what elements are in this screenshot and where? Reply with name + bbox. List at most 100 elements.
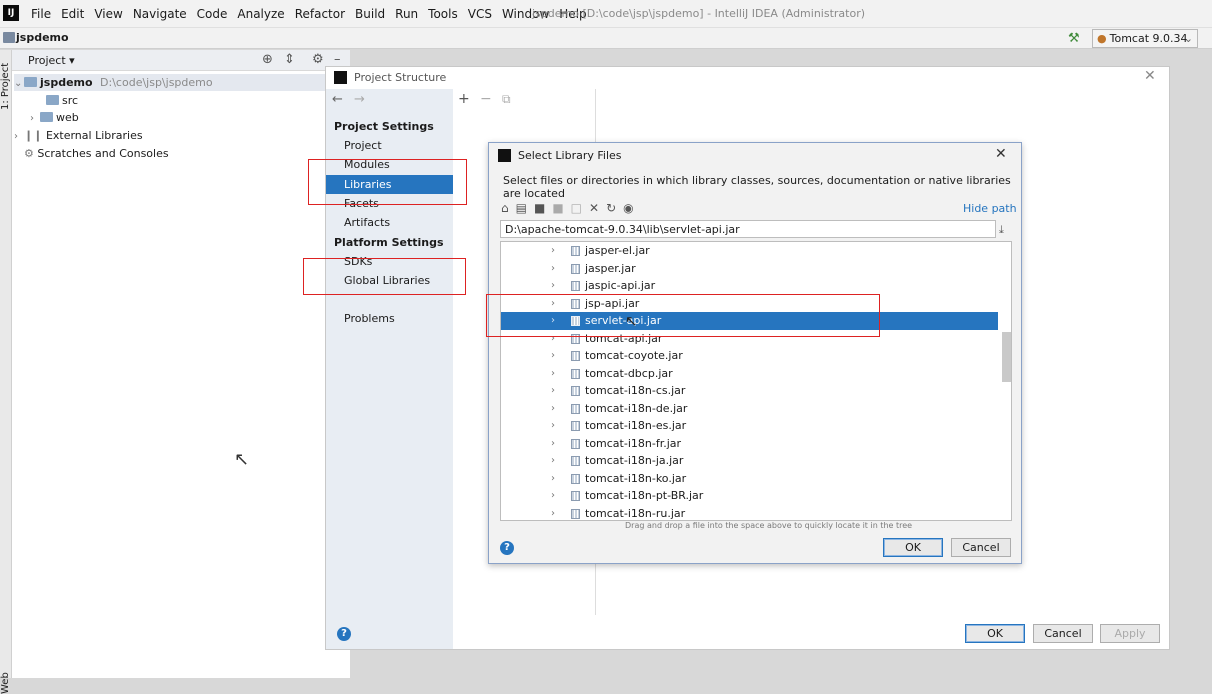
delete-icon[interactable]: ✕ — [589, 201, 606, 215]
minimize-icon[interactable]: – — [334, 52, 341, 67]
jar-file-icon — [571, 281, 580, 291]
hide-path-link[interactable]: Hide path — [963, 202, 1017, 215]
file-label: jasper.jar — [585, 261, 636, 275]
copy-icon[interactable]: ⧉ — [502, 92, 511, 107]
menu-tools[interactable]: Tools — [423, 6, 463, 22]
jar-file-icon — [571, 456, 580, 466]
help-icon[interactable]: ? — [500, 541, 514, 555]
list-item[interactable]: › tomcat-i18n-es.jar — [501, 417, 998, 435]
project-view-select[interactable]: Project ▾ — [28, 54, 75, 67]
list-item[interactable]: › tomcat-i18n-de.jar — [501, 400, 998, 418]
menu-navigate[interactable]: Navigate — [128, 6, 192, 22]
menu-edit[interactable]: Edit — [56, 6, 89, 22]
close-icon[interactable]: ✕ — [995, 146, 1007, 162]
tool-tab-web[interactable]: Web — [0, 672, 11, 694]
nav-problems[interactable]: Problems — [344, 312, 395, 325]
tree-item-web[interactable]: › web — [30, 109, 79, 126]
ok-button[interactable]: OK — [883, 538, 943, 557]
file-label: jasper-el.jar — [585, 244, 650, 257]
chevron-right-icon: › — [551, 280, 555, 291]
file-chooser-toolbar: ⌂▤■■□✕↻◉ — [501, 201, 651, 217]
jar-file-icon — [571, 473, 580, 484]
desktop-icon[interactable]: ▤ — [516, 201, 534, 215]
home-icon[interactable]: ⌂ — [501, 201, 516, 215]
list-item[interactable]: › tomcat-i18n-fr.jar — [501, 435, 998, 453]
annotation-highlight-servlet-api — [486, 294, 880, 337]
intellij-logo-icon: IJ — [3, 5, 19, 21]
tree-item-external-libraries[interactable]: › ❙❙ External Libraries — [14, 127, 143, 144]
remove-icon[interactable]: − — [480, 91, 492, 107]
list-item[interactable]: › jasper.jar — [501, 260, 998, 278]
chevron-right-icon: › — [551, 490, 555, 501]
menu-file[interactable]: File — [26, 6, 56, 22]
chevron-right-icon: › — [551, 402, 555, 414]
cancel-button[interactable]: Cancel — [951, 538, 1011, 557]
help-icon[interactable]: ? — [337, 627, 351, 641]
breadcrumb[interactable]: jspdemo — [16, 31, 69, 44]
path-input[interactable]: D:\apache-tomcat-9.0.34\lib\servlet-api.… — [500, 220, 996, 238]
tree-item-label: web — [56, 111, 79, 124]
ok-button[interactable]: OK — [965, 624, 1025, 643]
file-label: tomcat-i18n-de.jar — [585, 401, 688, 415]
project-settings-heading: Project Settings — [334, 120, 434, 133]
back-arrow-icon[interactable]: ← — [332, 92, 343, 107]
list-item[interactable]: › tomcat-coyote.jar — [501, 347, 998, 365]
list-item[interactable]: › jaspic-api.jar — [501, 277, 998, 295]
new-folder-icon[interactable]: □ — [571, 201, 589, 215]
navigation-bar: jspdemo ⚒ ● Tomcat 9.0.34 ⌄ — [0, 28, 1212, 49]
chevron-down-icon: ⌄ — [1183, 32, 1193, 45]
project-folder-icon[interactable]: ■ — [534, 201, 552, 215]
platform-settings-heading: Platform Settings — [334, 236, 444, 249]
menu-code[interactable]: Code — [192, 6, 233, 22]
list-item[interactable]: › tomcat-i18n-ru.jar — [501, 505, 998, 521]
drag-drop-hint: Drag and drop a file into the space abov… — [625, 521, 913, 530]
chevron-right-icon: › — [551, 455, 555, 466]
chevron-right-icon: › — [551, 437, 555, 449]
apply-button[interactable]: Apply — [1100, 624, 1160, 643]
module-folder-icon[interactable]: ■ — [552, 201, 570, 215]
file-label: tomcat-i18n-ko.jar — [585, 471, 687, 485]
chevron-right-icon: › — [551, 507, 555, 519]
locate-icon[interactable]: ⊕ — [262, 52, 273, 67]
add-icon[interactable]: + — [458, 91, 470, 107]
show-hidden-icon[interactable]: ◉ — [623, 201, 640, 215]
cancel-button[interactable]: Cancel — [1033, 624, 1093, 643]
scrollbar-thumb[interactable] — [1002, 332, 1011, 382]
file-tree[interactable]: › jasper-el.jar › jasper.jar › jaspic-api.j… — [500, 241, 1012, 521]
menu-analyze[interactable]: Analyze — [232, 6, 289, 22]
dialog-title: Project Structure — [354, 71, 447, 84]
menu-view[interactable]: View — [89, 6, 127, 22]
build-hammer-icon[interactable]: ⚒ — [1068, 31, 1080, 46]
list-item[interactable]: › jasper-el.jar — [501, 242, 998, 260]
menu-run[interactable]: Run — [390, 6, 423, 22]
menu-vcs[interactable]: VCS — [463, 6, 497, 22]
forward-arrow-icon[interactable]: → — [354, 92, 365, 107]
list-item[interactable]: › tomcat-i18n-ko.jar — [501, 470, 998, 488]
source-folder-icon — [46, 95, 59, 105]
list-item[interactable]: › tomcat-i18n-ja.jar — [501, 452, 998, 470]
list-item[interactable]: › tomcat-dbcp.jar — [501, 365, 998, 383]
nav-project[interactable]: Project — [344, 139, 382, 152]
menu-build[interactable]: Build — [350, 6, 390, 22]
download-icon[interactable]: ⤓ — [999, 223, 1004, 237]
file-label: tomcat-i18n-fr.jar — [585, 436, 682, 450]
project-folder-icon — [3, 32, 15, 43]
tree-item-src[interactable]: src — [46, 92, 78, 109]
tree-item-label: External Libraries — [45, 129, 143, 142]
jar-file-icon — [571, 351, 580, 361]
file-label: tomcat-i18n-cs.jar — [585, 384, 686, 397]
gear-icon[interactable]: ⚙ — [312, 52, 324, 67]
file-label: tomcat-i18n-es.jar — [585, 419, 687, 432]
close-icon[interactable]: ✕ — [1144, 68, 1156, 84]
file-label: jaspic-api.jar — [585, 279, 656, 292]
collapse-all-icon[interactable]: ⇕ — [284, 52, 295, 67]
list-item[interactable]: › tomcat-i18n-pt-BR.jar — [501, 487, 998, 505]
list-item[interactable]: › tomcat-i18n-cs.jar — [501, 382, 998, 400]
refresh-icon[interactable]: ↻ — [606, 201, 623, 215]
nav-artifacts[interactable]: Artifacts — [344, 216, 390, 229]
tool-tab-project[interactable]: 1: Project — [0, 63, 11, 110]
run-configuration-select[interactable]: ● Tomcat 9.0.34 ⌄ — [1092, 29, 1198, 48]
menu-refactor[interactable]: Refactor — [290, 6, 350, 22]
tree-item-scratches[interactable]: ⚙ Scratches and Consoles — [24, 145, 169, 162]
tree-item-jspdemo[interactable]: ⌄ jspdemo D:\code\jsp\jspdemo — [14, 74, 325, 91]
